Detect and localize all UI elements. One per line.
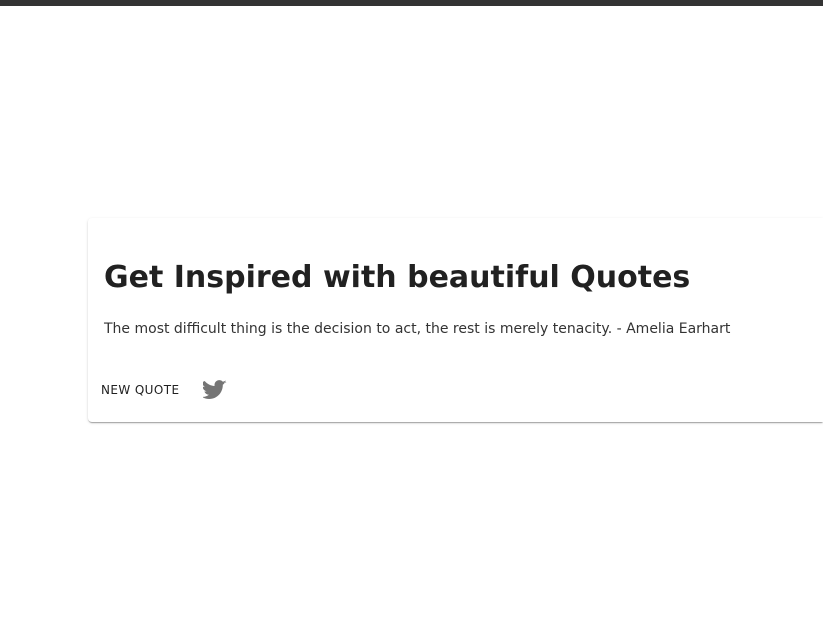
twitter-icon xyxy=(203,380,228,399)
quote-card: Get Inspired with beautiful Quotes The m… xyxy=(88,218,823,422)
card-actions: NEW QUOTE xyxy=(96,374,233,406)
page-title: Get Inspired with beautiful Quotes xyxy=(104,260,691,295)
tweet-button[interactable] xyxy=(197,374,233,406)
browser-top-bar xyxy=(0,0,823,6)
new-quote-button[interactable]: NEW QUOTE xyxy=(96,374,187,406)
quote-text: The most difficult thing is the decision… xyxy=(104,321,731,337)
